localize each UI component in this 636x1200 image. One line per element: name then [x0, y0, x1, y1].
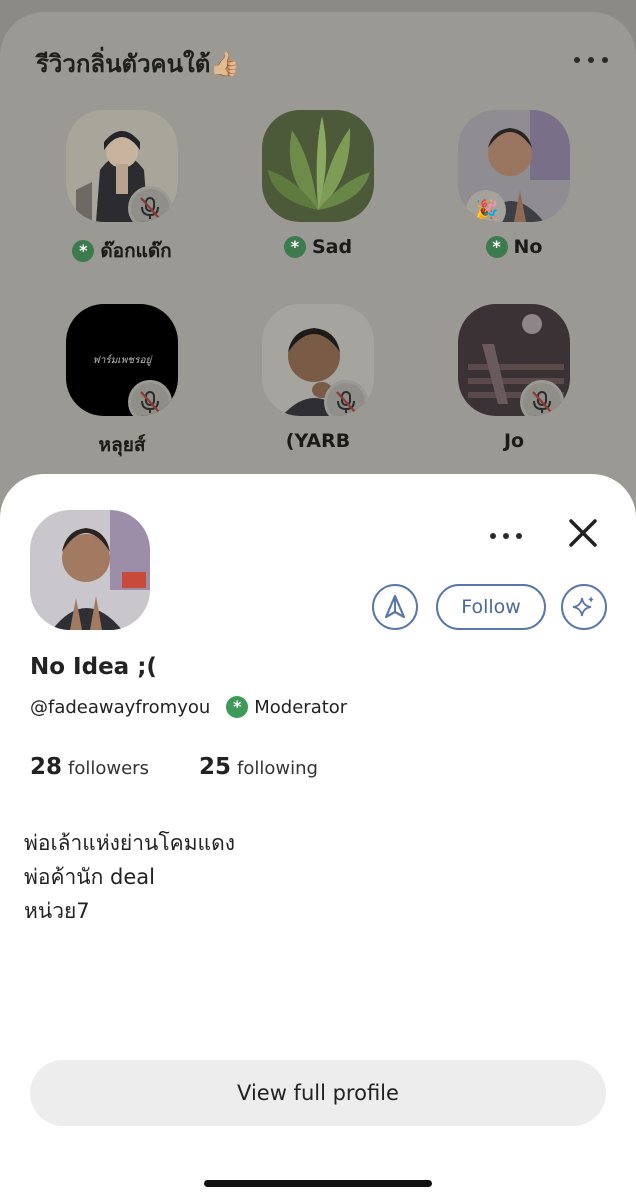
- speaker-4[interactable]: ฟาร์มเพชรอยู่ หลุยส์: [52, 304, 192, 460]
- sparkle-icon: [572, 596, 594, 617]
- wave-icon: [384, 594, 406, 619]
- following-link[interactable]: 25 following: [199, 754, 318, 780]
- room-title: รีวิวกลิ่นตัวคนใต้👍🏼: [36, 50, 241, 78]
- close-icon[interactable]: [566, 516, 600, 550]
- mic-off-icon: [128, 380, 172, 416]
- avatar: 🎉: [458, 110, 570, 222]
- avatar: [262, 110, 374, 222]
- party-popper-icon: 🎉: [466, 190, 506, 222]
- avatar: [458, 304, 570, 416]
- view-full-profile-button[interactable]: View full profile: [30, 1060, 606, 1126]
- sparkle-button[interactable]: [561, 584, 607, 630]
- handle-row: @fadeawayfromyou * Moderator: [30, 696, 347, 718]
- wave-button[interactable]: [372, 584, 418, 630]
- mic-off-icon: [520, 380, 564, 416]
- moderator-asterisk-icon: *: [226, 696, 249, 718]
- follow-stats: 28 followers 25 following: [30, 754, 318, 780]
- bio-line: หน่วย7: [24, 899, 90, 923]
- moderator-asterisk-icon: *: [485, 236, 508, 258]
- role-label: Moderator: [254, 696, 348, 718]
- profile-avatar[interactable]: [30, 510, 150, 630]
- speaker-name: (YARB: [285, 430, 351, 452]
- speaker-1[interactable]: * ด๊อกแด๊ก: [52, 110, 192, 266]
- speaker-3[interactable]: 🎉 * No: [444, 110, 584, 258]
- speaker-2[interactable]: * Sad: [248, 110, 388, 258]
- room-more-icon[interactable]: [574, 50, 608, 70]
- avatar: [262, 304, 374, 416]
- moderator-asterisk-icon: *: [72, 240, 95, 262]
- bio-line: พ่อค้านัก deal: [24, 865, 155, 889]
- follow-button[interactable]: Follow: [436, 584, 546, 630]
- profile-bio: พ่อเล้าแห่งย่านโคมแดง พ่อค้านัก deal หน่…: [24, 826, 235, 928]
- profile-sheet: Follow No Idea ;( @fadeawayfromyou * Mod…: [0, 474, 636, 1200]
- mic-off-icon: [128, 186, 172, 222]
- speaker-name: * ด๊อกแด๊ก: [52, 236, 192, 266]
- speaker-name: * Sad: [248, 236, 388, 258]
- followers-link[interactable]: 28 followers: [30, 754, 149, 780]
- moderator-asterisk-icon: *: [283, 236, 306, 258]
- more-horizontal-icon[interactable]: [490, 526, 522, 546]
- avatar: ฟาร์มเพชรอยู่: [66, 304, 178, 416]
- home-indicator[interactable]: [204, 1180, 432, 1187]
- profile-handle: @fadeawayfromyou: [30, 696, 211, 718]
- avatar: [66, 110, 178, 222]
- mic-off-icon: [324, 380, 368, 416]
- avatar-text: ฟาร์มเพชรอยู่: [92, 354, 152, 366]
- speaker-name: Jo: [503, 430, 525, 452]
- speaker-5[interactable]: (YARB: [248, 304, 388, 452]
- profile-name: No Idea ;(: [30, 654, 157, 680]
- speaker-name: หลุยส์: [98, 434, 146, 456]
- bio-line: พ่อเล้าแห่งย่านโคมแดง: [24, 831, 235, 855]
- speaker-6[interactable]: Jo: [444, 304, 584, 452]
- speaker-name: * No: [444, 236, 584, 258]
